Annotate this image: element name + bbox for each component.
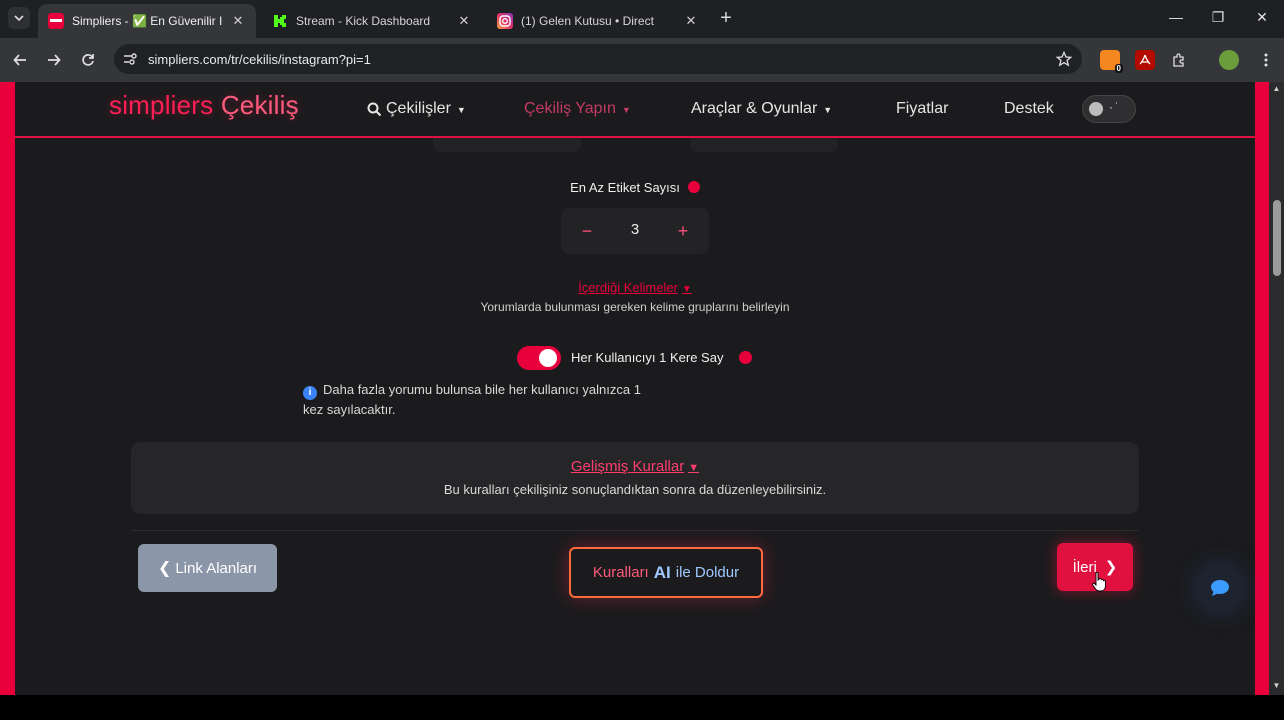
moon-icon: ·˙ (1109, 100, 1121, 114)
chevron-down-icon: ▼ (681, 284, 692, 295)
restore-button[interactable]: ❐ (1208, 9, 1228, 29)
site-settings-icon[interactable] (122, 51, 138, 67)
back-arrow-icon[interactable] (10, 50, 30, 70)
nav-label: Çekiliş Yapın (524, 100, 616, 117)
fill-rules-with-ai-button[interactable]: Kuralları AI ile Doldur (569, 547, 763, 598)
accent-border-right (1255, 82, 1269, 695)
chevron-right-icon: ❯ (1104, 559, 1118, 576)
search-icon (367, 102, 382, 116)
page-viewport: ▲ ▼ simpliers Çekiliş Çekilişler ▼ Çekil… (0, 82, 1284, 695)
ai-button-label-tail: ile Doldur (675, 564, 740, 581)
min-tags-value: 3 (630, 221, 640, 238)
ai-button-label-part: Kuralları (592, 564, 649, 581)
close-icon[interactable]: ✕ (683, 13, 699, 29)
tab-title: (1) Gelen Kutusu • Direct (521, 14, 654, 28)
puzzle-extensions-icon[interactable] (1169, 50, 1189, 70)
browser-tab-strip: Simpliers - ✅ En Güvenilir Inst ✕ Stream… (0, 0, 1284, 38)
url-text: simpliers.com/tr/cekilis/instagram?pi=1 (148, 52, 371, 67)
tab-instagram-direct[interactable]: (1) Gelen Kutusu • Direct ✕ (487, 4, 709, 38)
kick-favicon-icon (272, 13, 288, 29)
nav-araclar-oyunlar[interactable]: Araçlar & Oyunlar ▼ (691, 100, 832, 118)
info-text: Daha fazla yorumu bulunsa bile her kulla… (303, 382, 641, 417)
theme-toggle[interactable]: ·˙ (1082, 95, 1136, 123)
instagram-favicon-icon (497, 13, 513, 29)
chevron-down-icon (14, 15, 24, 22)
nav-cekilisler[interactable]: Çekilişler ▼ (367, 100, 466, 118)
advanced-rules-panel: Gelişmiş Kurallar ▼ Bu kuralları çekilişi… (131, 442, 1139, 514)
scroll-up-arrow-icon[interactable]: ▲ (1271, 84, 1282, 94)
forward-arrow-icon[interactable] (44, 50, 64, 70)
extension-badge: 0 (1114, 64, 1123, 73)
nav-destek[interactable]: Destek (1004, 100, 1054, 118)
tab-title: Simpliers - ✅ En Güvenilir Inst (72, 14, 222, 28)
accent-border-left (0, 82, 15, 695)
theme-toggle-knob (1089, 102, 1103, 116)
chevron-down-icon: ▼ (456, 105, 466, 115)
chevron-left-icon: ❮ (157, 560, 172, 577)
required-indicator (739, 351, 752, 364)
chevron-down-icon: ▼ (621, 105, 631, 115)
new-tab-button[interactable]: + (715, 8, 737, 30)
included-words-toggle[interactable]: İçerdiği Kelimeler ▼ (0, 280, 1270, 295)
previous-field-box (690, 138, 838, 152)
close-icon[interactable]: ✕ (456, 13, 472, 29)
nav-label: Fiyatlar (896, 100, 949, 117)
tab-simpliers[interactable]: Simpliers - ✅ En Güvenilir Inst ✕ (38, 4, 256, 38)
chat-button[interactable] (1196, 564, 1244, 612)
reload-icon[interactable] (78, 50, 98, 70)
chat-icon (1211, 580, 1229, 596)
min-tags-label: En Az Etiket Sayısı (0, 180, 1270, 195)
chevron-down-icon: ▼ (823, 105, 833, 115)
site-logo[interactable]: simpliers Çekiliş (109, 90, 299, 121)
chevron-down-icon: ▼ (688, 462, 700, 474)
nav-cekilis-yapin[interactable]: Çekiliş Yapın ▼ (524, 100, 631, 118)
tab-kick-dashboard[interactable]: Stream - Kick Dashboard ✕ (262, 4, 482, 38)
profile-avatar[interactable] (1219, 50, 1239, 70)
divider (131, 530, 1139, 531)
nav-fiyatlar[interactable]: Fiyatlar (896, 100, 948, 118)
close-window-button[interactable]: ✕ (1252, 9, 1272, 29)
tab-title: Stream - Kick Dashboard (296, 14, 431, 28)
back-button-label: Link Alanları (175, 559, 258, 577)
brand-suffix: Çekiliş (220, 90, 299, 120)
browser-toolbar: simpliers.com/tr/cekilis/instagram?pi=1 … (0, 38, 1284, 82)
nav-label: Destek (1004, 100, 1054, 117)
advanced-rules-toggle[interactable]: Gelişmiş Kurallar ▼ (131, 458, 1139, 475)
simpliers-favicon-icon (48, 13, 64, 29)
min-tags-stepper: − 3 + (561, 208, 709, 254)
ai-button-label-ai: AI (653, 562, 671, 582)
close-icon[interactable]: ✕ (230, 13, 246, 29)
nav-label: Araçlar & Oyunlar (691, 100, 818, 117)
info-icon: i (303, 386, 317, 400)
extension-counter-icon[interactable]: 0 (1100, 50, 1123, 73)
previous-field-box (433, 138, 581, 152)
bottom-letterbox (0, 695, 1284, 720)
included-words-label: İçerdiği Kelimeler (578, 280, 678, 295)
browser-menu-icon[interactable] (1256, 50, 1276, 70)
included-words-description: Yorumlarda bulunması gereken kelime grup… (480, 300, 790, 314)
required-indicator (687, 181, 700, 193)
star-icon[interactable] (1056, 51, 1072, 67)
pdf-extension-icon[interactable] (1135, 50, 1155, 70)
link-fields-back-button[interactable]: ❮ Link Alanları (138, 544, 277, 592)
min-tags-label-text: En Az Etiket Sayısı (570, 180, 680, 195)
mouse-pointer-icon (1092, 572, 1106, 592)
scroll-down-arrow-icon[interactable]: ▼ (1271, 681, 1282, 691)
switch-knob (539, 349, 557, 367)
minimize-button[interactable]: — (1166, 9, 1186, 29)
increment-button[interactable]: + (672, 220, 694, 242)
advanced-rules-description: Bu kuralları çekilişiniz sonuçlandıktan … (443, 482, 827, 497)
scrollbar-thumb[interactable] (1273, 200, 1281, 276)
count-once-switch[interactable] (517, 346, 561, 370)
brand-name: simpliers (109, 90, 214, 120)
advanced-rules-label: Gelişmiş Kurallar (570, 458, 685, 475)
count-once-info: i Daha fazla yorumu bulunsa bile her kull… (303, 380, 643, 420)
scrollbar-track[interactable] (1269, 82, 1284, 695)
address-bar[interactable]: simpliers.com/tr/cekilis/instagram?pi=1 (114, 44, 1082, 74)
nav-label: Çekilişler (386, 100, 451, 117)
tab-search-button[interactable] (8, 7, 30, 29)
decrement-button[interactable]: − (576, 220, 598, 242)
count-once-label: Her Kullanıcıyı 1 Kere Say (571, 350, 724, 365)
site-navbar: simpliers Çekiliş Çekilişler ▼ Çekiliş Y… (15, 82, 1255, 138)
